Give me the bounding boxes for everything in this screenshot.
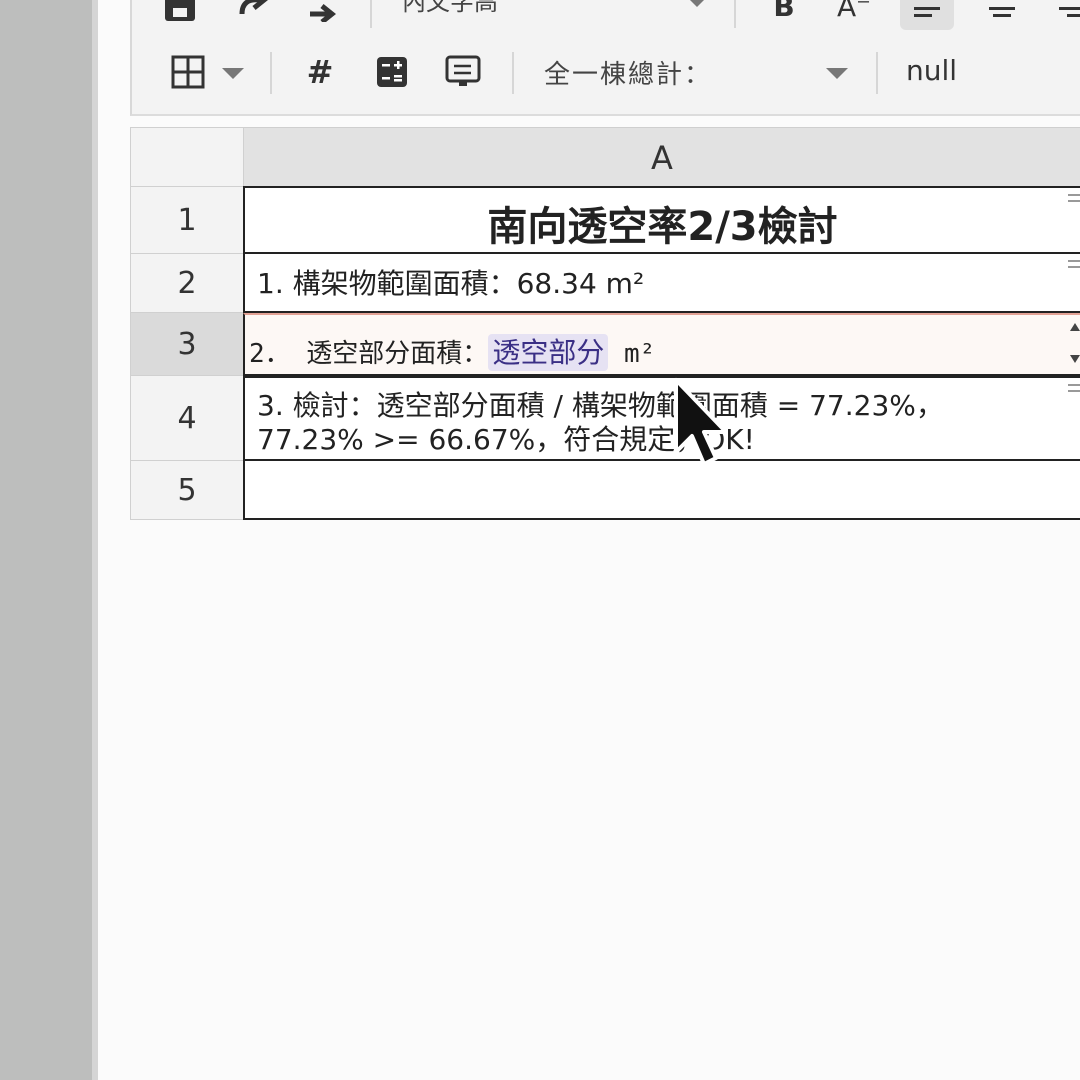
chevron-down-icon [686,0,708,7]
align-center-icon [989,7,1015,17]
cell-a2-text: 1. 構架物範圍面積：68.34 m² [257,267,645,300]
row-resize-arrows-icon[interactable] [1070,321,1080,365]
display-icon[interactable] [444,54,482,90]
calculator-icon[interactable] [374,54,410,90]
cell-a1[interactable]: 南向透空率2/3檢討 [243,186,1080,254]
mouse-cursor-icon [670,376,730,472]
save-icon[interactable] [162,0,198,24]
separator [734,0,736,28]
separator [270,52,272,94]
row-header-2[interactable]: 2 [130,254,244,313]
column-header-a[interactable]: A [244,127,1080,187]
align-left-button[interactable] [900,0,954,30]
row-header-3[interactable]: 3 [130,313,244,376]
cell-a3-text: 2． 透空部分面積： 透空部分 m² [249,331,655,371]
title-text: 南向透空率2/3檢討 [487,204,838,250]
cell-menu-icon[interactable] [1068,384,1080,392]
field-chip[interactable]: 透空部分 [488,334,609,371]
value-display: null [906,54,958,87]
row-header-5[interactable]: 5 [130,461,244,520]
grid-borders-icon[interactable] [170,54,206,90]
left-gutter [0,0,92,1080]
cell-a5[interactable] [243,459,1080,520]
align-right-icon [1059,7,1080,17]
align-right-button[interactable] [1052,0,1080,30]
cell-a4[interactable]: 3. 檢討：透空部分面積 / 構架物範圍面積 = 77.23%， 77.23% … [243,376,1080,461]
align-center-button[interactable] [982,0,1022,30]
undo-icon[interactable] [232,0,272,24]
bold-button[interactable]: B [768,0,800,26]
toolbar-row-2: # 全一棟總計： null [132,44,1080,100]
font-size-select-value: 內文字高 [402,0,498,16]
row-header-4[interactable]: 4 [130,376,244,461]
separator [512,52,514,94]
hash-button[interactable]: # [302,52,338,92]
toolbar: 內文字高 B A⁻ # 全一棟總計： null [130,0,1080,116]
select-all-corner[interactable] [130,127,244,187]
cell-a3-suffix: m² [608,339,656,369]
toolbar-row-1: 內文字高 B A⁻ [132,0,1080,30]
separator [370,0,372,28]
cell-a3[interactable]: 2． 透空部分面積： 透空部分 m² [243,313,1080,376]
chevron-down-icon[interactable] [826,68,848,79]
cell-menu-icon[interactable] [1068,194,1080,202]
redo-icon[interactable] [302,0,342,24]
separator [876,52,878,94]
cell-menu-icon[interactable] [1068,260,1080,268]
total-picker-label[interactable]: 全一棟總計： [544,54,712,92]
spreadsheet: A 1 南向透空率2/3檢討 2 1. 構架物範圍面積：68.34 m² 3 2… [130,127,1080,520]
chevron-down-icon[interactable] [222,68,244,79]
font-size-select[interactable]: 內文字高 [402,0,747,22]
row-header-1[interactable]: 1 [130,187,244,254]
cell-a3-prefix: 2． 透空部分面積： [249,339,489,369]
decrease-font-button[interactable]: A⁻ [832,0,876,26]
align-left-icon [914,7,940,17]
cell-a2[interactable]: 1. 構架物範圍面積：68.34 m² [243,254,1080,313]
